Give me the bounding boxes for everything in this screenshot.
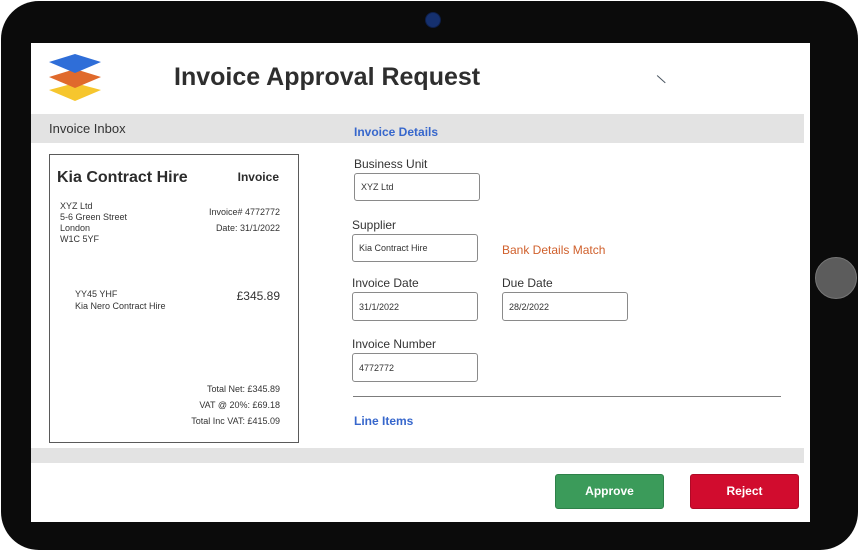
invoice-line-description: YY45 YHF Kia Nero Contract Hire [75,288,166,312]
invoice-date-label: Invoice Date [352,276,419,290]
total-vat: VAT @ 20%: £69.18 [199,400,280,410]
business-unit-field[interactable] [354,173,480,201]
bank-details-status: Bank Details Match [502,243,606,257]
invoice-doc-type: Invoice [237,170,279,184]
inbox-label: Invoice Inbox [49,121,126,136]
home-button[interactable] [815,257,857,299]
line-desc: Kia Nero Contract Hire [75,301,166,311]
supplier-label: Supplier [352,218,397,232]
address-line: 5-6 Green Street [60,212,128,222]
footer-band [31,448,804,463]
section-divider [353,396,781,397]
total-net: Total Net: £345.89 [206,384,280,394]
invoice-line-amount: £345.89 [236,289,280,303]
camera-icon [425,12,441,28]
invoice-number-text: Invoice# 4772772 [208,207,280,217]
invoice-details-title: Invoice Details [354,125,439,139]
line-items-title: Line Items [354,414,414,428]
reject-button[interactable]: Reject [690,474,799,509]
invoice-totals: Total Net: £345.89 VAT @ 20%: £69.18 Tot… [191,381,280,429]
address-line: XYZ Ltd [60,201,93,211]
invoice-date-text: Date: 31/1/2022 [215,223,280,233]
approve-button[interactable]: Approve [555,474,664,509]
app-screen: Invoice Approval Request Invoice Inbox I… [31,43,810,522]
address-line: W1C 5YF [60,234,100,244]
invoice-company: Kia Contract Hire [57,169,188,186]
supplier-field[interactable] [352,234,478,262]
app-logo-icon [49,54,101,101]
page-title: Invoice Approval Request [174,63,481,91]
due-date-field[interactable] [502,292,628,321]
total-inc-vat: Total Inc VAT: £415.09 [191,416,280,426]
invoice-number-label: Invoice Number [352,337,437,351]
line-ref: YY45 YHF [75,289,118,299]
cursor-mark-icon [656,75,666,84]
invoice-number-field[interactable] [352,353,478,382]
due-date-label: Due Date [502,276,553,290]
invoice-date-field[interactable] [352,292,478,321]
tablet-frame: Invoice Approval Request Invoice Inbox I… [1,1,858,550]
invoice-preview[interactable]: Kia Contract Hire Invoice XYZ Ltd 5-6 Gr… [49,154,299,443]
business-unit-label: Business Unit [354,157,428,171]
address-line: London [60,223,91,233]
invoice-address: XYZ Ltd 5-6 Green Street London W1C 5YF [60,201,127,245]
